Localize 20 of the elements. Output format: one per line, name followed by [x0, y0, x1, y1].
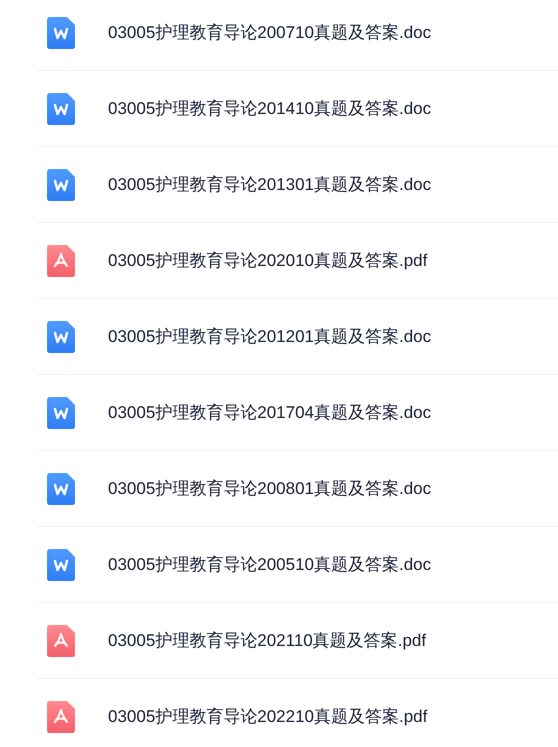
word-file-icon [47, 472, 75, 504]
file-name[interactable]: 03005护理教育导论201201真题及答案.doc [108, 324, 432, 350]
pdf-file-icon [47, 700, 75, 732]
file-name[interactable]: 03005护理教育导论200510真题及答案.doc [108, 552, 432, 578]
word-file-icon [47, 396, 75, 428]
file-name[interactable]: 03005护理教育导论200801真题及答案.doc [108, 476, 432, 502]
file-name[interactable]: 03005护理教育导论202210真题及答案.pdf [108, 704, 428, 730]
pdf-file-icon [47, 624, 75, 656]
word-file-icon [47, 168, 75, 200]
file-name[interactable]: 03005护理教育导论200710真题及答案.doc [108, 20, 432, 46]
file-name[interactable]: 03005护理教育导论201410真题及答案.doc [108, 96, 432, 122]
file-name[interactable]: 03005护理教育导论202110真题及答案.pdf [108, 628, 426, 654]
file-name[interactable]: 03005护理教育导论202010真题及答案.pdf [108, 248, 428, 274]
file-name[interactable]: 03005护理教育导论201301真题及答案.doc [108, 172, 432, 198]
word-file-icon [47, 16, 75, 48]
file-name[interactable]: 03005护理教育导论201704真题及答案.doc [108, 400, 432, 426]
word-file-icon [47, 92, 75, 124]
pdf-file-icon [47, 244, 75, 276]
word-file-icon [47, 320, 75, 352]
word-file-icon [47, 548, 75, 580]
